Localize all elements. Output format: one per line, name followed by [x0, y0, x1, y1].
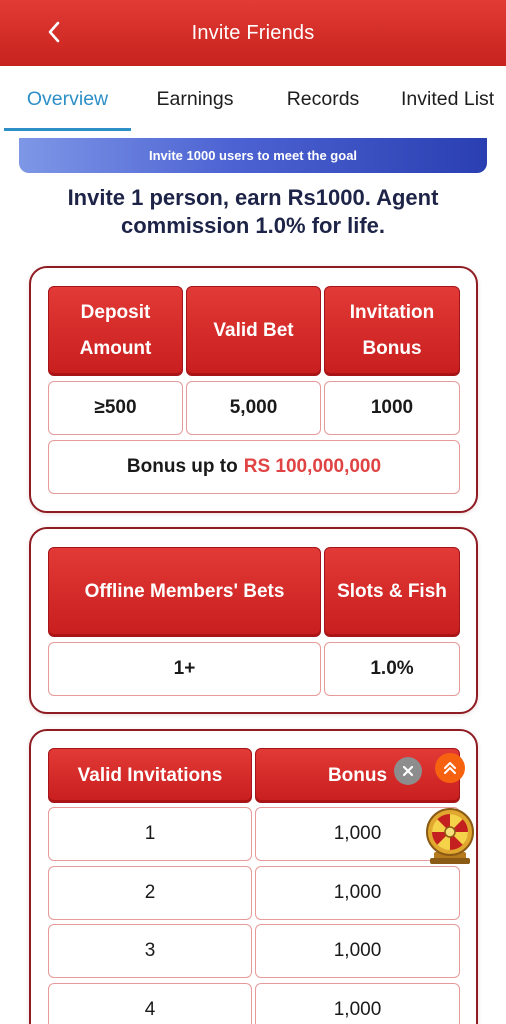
tab-records[interactable]: Records — [260, 66, 386, 132]
invite-headline: Invite 1 person, earn Rs1000. Agent comm… — [67, 185, 439, 238]
commission-card: Offline Members' Bets Slots & Fish 1+ 1.… — [29, 527, 478, 714]
table-row-bonus: 1,000 — [255, 866, 460, 920]
bonus-up-to-row: Bonus up to RS 100,000,000 — [48, 440, 460, 494]
goal-banner: Invite 1000 users to meet the goal — [19, 138, 487, 173]
valid-invitations-header: Valid Invitations — [48, 748, 252, 803]
slots-fish-value: 1.0% — [324, 642, 460, 696]
table-row-invitations: 1 — [48, 807, 252, 861]
invitation-bonus-value: 1000 — [324, 381, 460, 435]
bonus-up-to-amount: RS 100,000,000 — [243, 456, 382, 477]
back-button[interactable] — [40, 18, 68, 46]
offline-members-bets-value: 1+ — [48, 642, 321, 696]
tab-overview[interactable]: Overview — [4, 66, 131, 132]
table-row-bonus: 1,000 — [255, 924, 460, 978]
table-row-invitations: 2 — [48, 866, 252, 920]
bonus-up-to-label: Bonus up to — [126, 456, 238, 477]
valid-bet-value: 5,000 — [186, 381, 321, 435]
deposit-amount-value: ≥500 — [48, 381, 183, 435]
slots-fish-header: Slots & Fish — [324, 547, 460, 637]
page-title: Invite Friends — [191, 21, 315, 44]
lucky-wheel-button[interactable] — [424, 806, 476, 866]
lucky-wheel-icon — [426, 808, 474, 864]
scroll-top-button[interactable] — [435, 753, 465, 783]
tab-bar: Overview Earnings Records Invited List — [0, 66, 506, 132]
table-row-invitations: 4 — [48, 983, 252, 1024]
table-row-bonus: 1,000 — [255, 983, 460, 1024]
close-icon — [402, 765, 414, 777]
deposit-amount-header: Deposit Amount — [48, 286, 183, 376]
active-tab-indicator — [4, 128, 131, 131]
table-row-invitations: 3 — [48, 924, 252, 978]
close-float-button[interactable] — [394, 757, 422, 785]
tab-invited-list[interactable]: Invited List — [390, 66, 506, 132]
chevron-left-icon — [48, 21, 60, 43]
bonus-header: Bonus — [255, 748, 460, 803]
deposit-bonus-card: Deposit Amount Valid Bet Invitation Bonu… — [29, 266, 478, 513]
app-header: Invite Friends — [0, 0, 506, 66]
offline-members-bets-header: Offline Members' Bets — [48, 547, 321, 637]
double-chevron-up-icon — [444, 762, 456, 774]
valid-bet-header: Valid Bet — [186, 286, 321, 376]
invitation-bonus-header: Invitation Bonus — [324, 286, 460, 376]
tab-earnings[interactable]: Earnings — [134, 66, 256, 132]
